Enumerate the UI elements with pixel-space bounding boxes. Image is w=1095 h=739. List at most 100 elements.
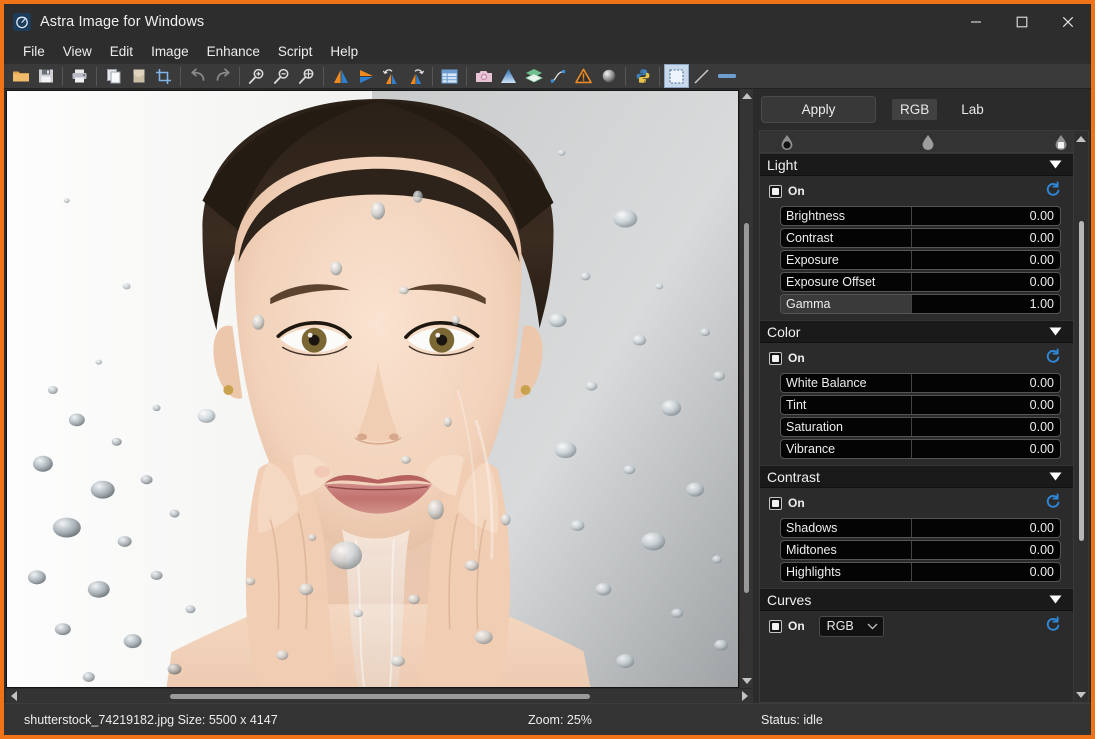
hscroll-track[interactable] [22,689,737,703]
sphere-icon[interactable] [596,64,621,88]
scroll-up-icon[interactable] [741,89,752,103]
hscroll-thumb[interactable] [170,694,590,699]
open-file-icon[interactable] [8,64,33,88]
rotate-left-icon[interactable] [378,64,403,88]
close-icon[interactable] [1045,4,1091,40]
slider-saturation[interactable]: Saturation 0.00 [780,417,1061,437]
panel-scroll-thumb[interactable] [1079,221,1084,541]
section-light-title: Light [767,156,798,173]
section-color-checkbox[interactable] [769,351,782,365]
image-vertical-scrollbar[interactable] [739,89,753,688]
app-logo-icon [13,13,31,31]
selection-rect-icon[interactable] [664,64,689,88]
section-contrast-sliders: Shadows 0.00 Midtones 0.00 Highlights 0.… [760,518,1073,588]
bar-tool-icon[interactable] [714,64,739,88]
vscroll-thumb[interactable] [744,223,749,593]
curves-channel-select[interactable]: RGB [818,615,884,637]
slider-gamma-label: Gamma [781,295,913,313]
section-color-header[interactable]: Color [760,320,1073,343]
menu-edit[interactable]: Edit [101,43,142,61]
menu-help[interactable]: Help [321,43,367,61]
slider-midtones[interactable]: Midtones 0.00 [780,540,1061,560]
scroll-right-icon[interactable] [737,691,753,701]
slider-shadows[interactable]: Shadows 0.00 [780,518,1061,538]
chevron-down-icon[interactable] [1049,591,1062,609]
image-canvas[interactable] [6,90,739,688]
minimize-icon[interactable] [953,4,999,40]
warning-icon[interactable] [571,64,596,88]
scroll-down-icon[interactable] [741,674,752,688]
layers-icon[interactable] [521,64,546,88]
vscroll-track[interactable] [740,103,753,674]
chevron-down-icon[interactable] [1049,323,1062,341]
reset-icon[interactable] [1045,492,1061,514]
copy-icon[interactable] [101,64,126,88]
redo-icon[interactable] [210,64,235,88]
section-curves-checkbox[interactable] [769,619,782,633]
section-color-sliders: White Balance 0.00 Tint 0.00 Saturation … [760,373,1073,465]
zoom-in-icon[interactable] [244,64,269,88]
print-icon[interactable] [67,64,92,88]
flip-vertical-icon[interactable] [353,64,378,88]
image-horizontal-scrollbar[interactable] [6,688,753,703]
slider-contrast[interactable]: Contrast 0.00 [780,228,1061,248]
panel-vertical-scrollbar[interactable] [1073,131,1088,702]
panel-scroll-down-icon[interactable] [1076,687,1086,702]
white-point-picker[interactable] [1054,134,1068,156]
menu-file[interactable]: File [14,43,54,61]
slider-brightness[interactable]: Brightness 0.00 [780,206,1061,226]
tab-rgb[interactable]: RGB [892,99,938,120]
zoom-fit-icon[interactable] [294,64,319,88]
menu-image[interactable]: Image [142,43,198,61]
section-contrast-header[interactable]: Contrast [760,465,1073,488]
reset-icon[interactable] [1045,615,1061,637]
slider-vibrance[interactable]: Vibrance 0.00 [780,439,1061,459]
section-contrast-on-label: On [788,496,805,510]
menu-enhance[interactable]: Enhance [198,43,269,61]
reset-icon[interactable] [1045,180,1061,202]
slider-tint[interactable]: Tint 0.00 [780,395,1061,415]
camera-icon[interactable] [471,64,496,88]
scroll-left-icon[interactable] [6,691,22,701]
slider-exposure[interactable]: Exposure 0.00 [780,250,1061,270]
black-point-picker[interactable] [780,134,794,156]
rotate-right-icon[interactable] [403,64,428,88]
chevron-down-icon[interactable] [1049,156,1062,174]
reset-icon[interactable] [1045,347,1061,369]
tab-lab[interactable]: Lab [953,99,992,120]
apply-button[interactable]: Apply [761,96,876,123]
section-curves-header[interactable]: Curves [760,588,1073,611]
status-zoom-level: Zoom: 25% [528,712,592,727]
crop-icon[interactable] [151,64,176,88]
maximize-icon[interactable] [999,4,1045,40]
undo-icon[interactable] [185,64,210,88]
section-contrast-checkbox[interactable] [769,496,782,510]
curve-icon[interactable] [546,64,571,88]
menu-view[interactable]: View [54,43,101,61]
section-curves-title: Curves [767,591,812,608]
flip-horizontal-icon[interactable] [328,64,353,88]
table-icon[interactable] [437,64,462,88]
slider-white-balance[interactable]: White Balance 0.00 [780,373,1061,393]
slider-exposure-offset-value: 0.00 [1029,275,1054,289]
chevron-down-icon[interactable] [1049,468,1062,486]
section-light-checkbox[interactable] [769,184,782,198]
title-bar: Astra Image for Windows [4,4,1091,40]
slider-brightness-value: 0.00 [1029,209,1054,223]
slider-exposure-offset[interactable]: Exposure Offset 0.00 [780,272,1061,292]
gradient-icon[interactable] [496,64,521,88]
line-tool-icon[interactable] [689,64,714,88]
paste-icon[interactable] [126,64,151,88]
zoom-out-icon[interactable] [269,64,294,88]
menu-script[interactable]: Script [269,43,322,61]
panel-scroll-column: Light On Brightness 0.00 Contrast 0.00 E… [760,131,1073,702]
mid-point-picker[interactable] [921,134,935,156]
save-file-icon[interactable] [33,64,58,88]
section-color-on-row: On [760,343,1073,373]
panel-scroll-track[interactable] [1074,146,1088,687]
panel-scroll-up-icon[interactable] [1076,131,1086,146]
slider-highlights[interactable]: Highlights 0.00 [780,562,1061,582]
python-icon[interactable] [630,64,655,88]
section-light-header[interactable]: Light [760,153,1073,176]
slider-gamma[interactable]: Gamma 1.00 [780,294,1061,314]
